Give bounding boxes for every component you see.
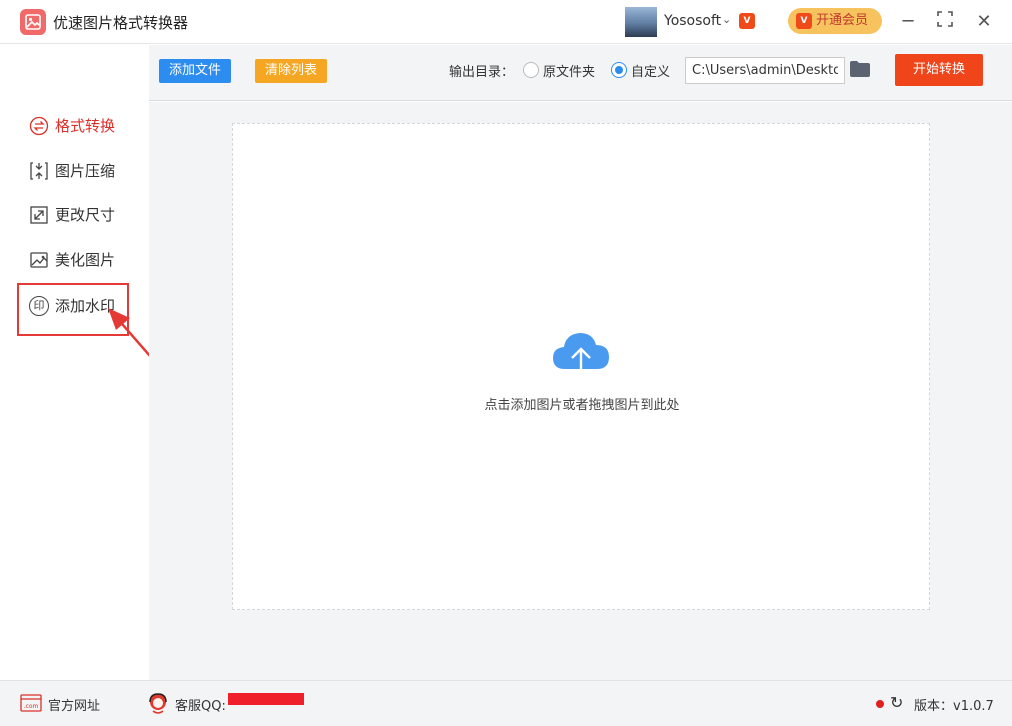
radio-original-folder[interactable]	[523, 62, 539, 78]
app-logo-icon	[20, 9, 46, 35]
version-label: 版本：v1.0.7	[914, 699, 994, 714]
vip-badge-icon: V	[739, 13, 755, 29]
cloud-upload-icon	[553, 333, 609, 383]
output-path-input[interactable]	[685, 57, 845, 84]
website-icon-text: .com	[24, 703, 39, 710]
footer: .com 官方网址 客服QQ: ↻ 版本：v1.0.7	[0, 680, 1012, 726]
sidebar-item-label: 美化图片	[55, 251, 116, 269]
customer-service-icon	[149, 693, 167, 714]
vip-open-button[interactable]: V 开通会员	[788, 8, 882, 34]
output-dir-label: 输出目录：	[449, 65, 515, 80]
redaction-mark	[228, 693, 304, 705]
support-qq-label[interactable]: 客服QQ:	[175, 695, 226, 714]
beautify-icon	[30, 252, 48, 268]
main-area: 点击添加图片或者拖拽图片到此处	[149, 102, 1012, 680]
folder-icon[interactable]	[849, 60, 871, 78]
vip-open-label: 开通会员	[816, 13, 869, 28]
refresh-icon[interactable]: ↻	[890, 693, 903, 712]
swap-icon	[29, 116, 49, 136]
resize-icon	[30, 206, 48, 224]
user-name[interactable]: Yososoft	[664, 13, 721, 29]
clear-list-button[interactable]: 清除列表	[255, 59, 327, 83]
user-avatar[interactable]	[625, 7, 657, 37]
radio-original-folder-label[interactable]: 原文件夹	[543, 61, 595, 80]
title-bar: 优速图片格式转换器 Yososoft ⌄ V V 开通会员 ─ ✕	[0, 0, 1012, 44]
sidebar-item-label: 更改尺寸	[55, 206, 116, 224]
maximize-button[interactable]	[933, 10, 957, 34]
sidebar-item-label: 格式转换	[55, 117, 116, 135]
minimize-button[interactable]: ─	[896, 10, 920, 34]
start-convert-button[interactable]: 开始转换	[895, 54, 983, 86]
sidebar-item-compress[interactable]: 图片压缩	[29, 159, 115, 183]
add-files-button[interactable]: 添加文件	[159, 59, 231, 83]
radio-custom[interactable]	[611, 62, 627, 78]
radio-custom-label[interactable]: 自定义	[631, 61, 670, 80]
sidebar-item-format-convert[interactable]: 格式转换	[29, 114, 115, 138]
website-link[interactable]: 官方网址	[48, 695, 100, 714]
sidebar-item-label: 图片压缩	[55, 162, 116, 180]
maximize-icon	[937, 11, 953, 27]
app-title: 优速图片格式转换器	[53, 14, 189, 32]
compress-icon	[30, 162, 48, 180]
drop-hint: 点击添加图片或者拖拽图片到此处	[484, 398, 680, 413]
update-dot-icon	[876, 700, 884, 708]
chevron-down-icon[interactable]: ⌄	[722, 13, 731, 26]
sidebar-item-resize[interactable]: 更改尺寸	[29, 203, 115, 227]
toolbar: 添加文件 清除列表 输出目录： 原文件夹 自定义 开始转换	[149, 45, 1012, 101]
close-button[interactable]: ✕	[972, 10, 996, 34]
sidebar-item-beautify[interactable]: 美化图片	[29, 248, 115, 272]
drop-zone[interactable]: 点击添加图片或者拖拽图片到此处	[232, 123, 930, 610]
vip-badge-icon: V	[796, 13, 812, 29]
website-icon[interactable]: .com	[20, 694, 42, 712]
